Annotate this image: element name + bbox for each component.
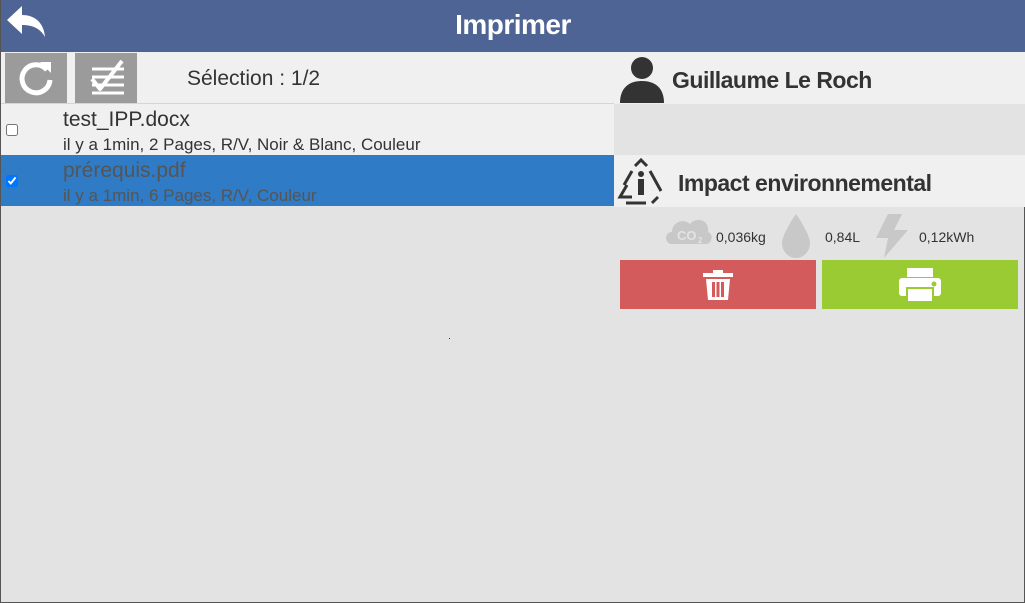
file-meta: il y a 1min, 2 Pages, R/V, Noir & Blanc,… [63, 135, 421, 154]
impact-metrics: CO 2 0,036kg 0,84L 0,12kWh [614, 208, 1025, 260]
co2-cloud-icon: CO 2 [666, 219, 712, 245]
refresh-button[interactable] [5, 53, 67, 103]
impact-title: Impact environnemental [678, 170, 932, 196]
water-drop-icon [782, 214, 810, 258]
water-value: 0,84L [825, 229, 861, 245]
print-button[interactable] [822, 260, 1018, 309]
svg-text:CO: CO [677, 228, 697, 243]
stray-dot [449, 338, 450, 339]
select-all-button[interactable] [75, 53, 137, 103]
panel-spacer [614, 104, 1025, 155]
toolbar: Sélection : 1/2 [1, 52, 614, 104]
printer-icon [899, 267, 941, 303]
lightning-icon [876, 214, 908, 258]
file-meta: il y a 1min, 6 Pages, R/V, Couleur [63, 186, 317, 205]
file-checkbox[interactable] [6, 175, 18, 187]
header-bar: Imprimer [1, 0, 1025, 52]
refresh-icon [19, 62, 53, 96]
user-bar: Guillaume Le Roch [614, 52, 1025, 104]
svg-text:2: 2 [698, 236, 703, 245]
energy-value: 0,12kWh [919, 229, 975, 245]
user-icon [620, 57, 664, 103]
co2-value: 0,036kg [716, 229, 766, 245]
user-name: Guillaume Le Roch [672, 67, 872, 93]
page-title: Imprimer [455, 9, 571, 40]
delete-button[interactable] [620, 260, 816, 309]
file-name: test_IPP.docx [63, 108, 190, 131]
file-checkbox[interactable] [6, 124, 18, 136]
file-row-selected[interactable]: prérequis.pdf il y a 1min, 6 Pages, R/V,… [1, 155, 614, 206]
file-row[interactable]: test_IPP.docx il y a 1min, 2 Pages, R/V,… [1, 104, 614, 155]
selection-count: Sélection : 1/2 [187, 67, 321, 90]
print-window: Imprimer Sélection : 1/2 test_IPP.docx i… [0, 0, 1025, 603]
recycle-info-icon [617, 157, 663, 205]
file-name: prérequis.pdf [63, 159, 186, 182]
select-all-icon [90, 59, 124, 95]
impact-header: Impact environnemental [614, 155, 1025, 207]
trash-icon [703, 269, 733, 300]
